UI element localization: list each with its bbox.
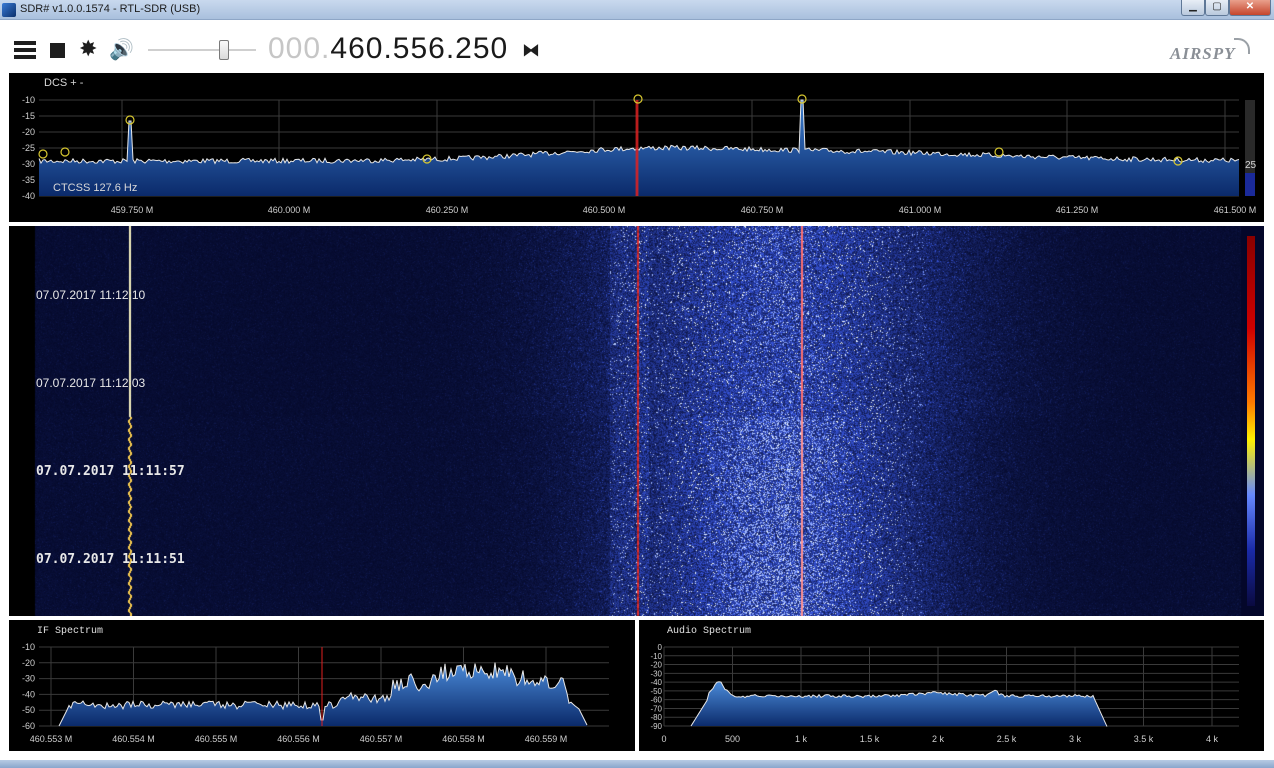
x-tick-label: 460.556 M [277,734,320,744]
y-tick-label: -10 [22,642,35,652]
x-tick-label: 460.555 M [195,734,238,744]
y-tick-label: -10 [22,95,35,105]
x-tick-label: 1.5 k [860,734,880,744]
audio-spectrum-fill [691,681,1107,727]
y-tick-label: 0 [658,643,663,652]
y-tick-label: -10 [650,652,662,661]
audio-spectrum-title: Audio Spectrum [667,626,752,637]
window-title: SDR# v1.0.0.1574 - RTL-SDR (USB) [20,3,201,15]
volume-thumb[interactable] [218,40,229,60]
close-button[interactable]: ✕ [1229,0,1271,16]
y-tick-label: -50 [22,705,35,715]
sdrsharp-window: SDR# v1.0.0.1574 - RTL-SDR (USB) ▁ ▢ ✕ ✸… [0,0,1274,768]
peak-marker [38,149,48,159]
y-tick-label: -15 [22,111,35,121]
if-spectrum-plot: -10 -20 -30 -40 -50 -60 460.553 M 460.554 M 460.… [22,642,609,744]
if-spectrum-panel: -10 -20 -30 -40 -50 -60 460.553 M 460.554 M 460.… [9,620,635,751]
audio-spectrum-panel: 0 -10 -20 -30 -40 -50 -60 -70 -80 -90 0 500 1 k 1.5 k… [639,620,1264,751]
spectrum-plot[interactable]: -10 -15 -20 -25 -30 -35 -40 459.750 M 460.000 M 4… [9,73,1264,222]
minimize-button[interactable]: ▁ [1181,0,1205,16]
x-tick-label: 4 k [1206,734,1219,744]
x-tick-label: 460.553 M [30,734,73,744]
x-tick-label: 1 k [795,734,808,744]
x-tick-label: 460.557 M [360,734,403,744]
app-icon [2,3,16,17]
volume-slider[interactable] [148,39,256,61]
maximize-button[interactable]: ▢ [1205,0,1229,16]
if-spectrum-title: IF Spectrum [37,626,104,637]
y-tick-label: -90 [650,722,662,731]
ctcss-label: CTCSS 127.6 Hz [53,182,138,194]
y-tick-label: -30 [22,674,35,684]
waterfall-timestamp: 07.07.2017 11:12:03 [36,376,146,390]
y-tick-label: -30 [650,669,662,678]
title-bar[interactable]: SDR# v1.0.0.1574 - RTL-SDR (USB) ▁ ▢ ✕ [0,0,1274,20]
x-tick-label: 460.558 M [442,734,485,744]
taskbar [0,760,1274,768]
y-tick-label: -40 [22,689,35,699]
y-tick-label: -20 [650,661,662,670]
x-tick-label: 2 k [932,734,945,744]
contrast-value: 25 [1245,160,1257,171]
peak-marker [994,147,1004,157]
y-tick-label: -60 [650,696,662,705]
x-tick-label: 3 k [1069,734,1082,744]
waterfall-canvas[interactable] [9,226,1264,616]
x-tick-label: 461.000 M [899,205,942,215]
y-tick-label: -20 [22,658,35,668]
y-tick-label: -35 [22,175,35,185]
x-tick-label: 460.559 M [525,734,568,744]
y-tick-label: -40 [22,191,35,201]
frequency-value: 460.556.250 [330,32,509,65]
y-tick-label: -40 [650,678,662,687]
airspy-logo: AIRSPY [1170,44,1236,63]
y-tick-label: -30 [22,159,35,169]
y-tick-label: -50 [650,687,662,696]
waterfall-display[interactable]: 07.07.2017 11:12:10 07.07.2017 11:12:03 … [9,226,1264,616]
contrast-slider-fill [1245,173,1255,196]
waterfall-color-scale [1247,236,1255,606]
swap-arrows-icon[interactable]: ⧓ [522,40,540,61]
waterfall-timestamp: 07.07.2017 11:12:10 [36,288,146,302]
dcs-label[interactable]: DCS + - [44,77,83,89]
peak-marker [60,147,70,157]
y-tick-label: -25 [22,143,35,153]
y-tick-label: -20 [22,127,35,137]
x-tick-label: 461.250 M [1056,205,1099,215]
hamburger-menu-icon[interactable] [14,41,36,59]
x-tick-label: 460.250 M [426,205,469,215]
waterfall-timestamp: 07.07.2017 11:11:51 [36,552,185,567]
spectrum-analyzer[interactable]: -10 -15 -20 -25 -30 -35 -40 459.750 M 460.000 M 4… [9,73,1264,222]
frequency-display[interactable]: 000.460.556.250 [268,32,508,66]
y-tick-label: -80 [650,713,662,722]
waterfall-timestamp: 07.07.2017 11:11:57 [36,464,185,479]
stop-icon[interactable] [50,43,65,58]
x-tick-label: 0 [661,734,666,744]
gear-icon[interactable]: ✸ [79,38,97,60]
volume-track [148,49,256,51]
x-tick-label: 461.500 M [1214,205,1257,215]
x-tick-label: 459.750 M [111,205,154,215]
x-tick-label: 2.5 k [997,734,1017,744]
speaker-icon[interactable]: 🔊 [109,40,134,60]
x-tick-label: 3.5 k [1134,734,1154,744]
frequency-prefix: 000. [268,32,331,65]
x-tick-label: 500 [725,734,740,744]
audio-spectrum-plot: 0-10-20-30-40-50-60-70-80-900 500 1 k 1.5 k… [650,643,1239,744]
y-tick-label: -70 [650,704,662,713]
x-tick-label: 460.554 M [112,734,155,744]
x-tick-label: 460.500 M [583,205,626,215]
x-tick-label: 460.000 M [268,205,311,215]
y-tick-label: -60 [22,721,35,731]
x-tick-label: 460.750 M [741,205,784,215]
